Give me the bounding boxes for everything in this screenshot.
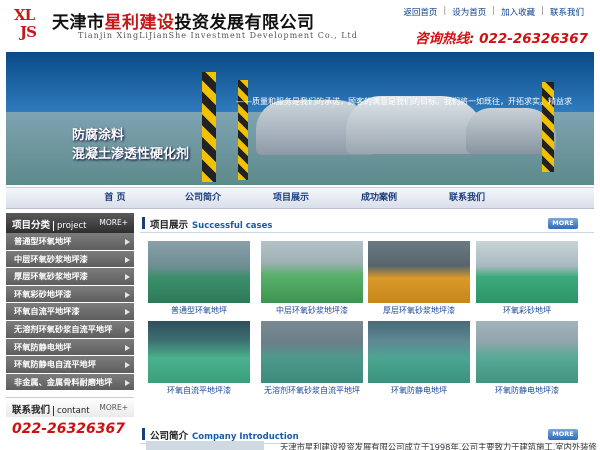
case-item[interactable]: 环氧自流平地坪漆 xyxy=(148,321,250,396)
top-links: 返回首页 | 设为首页 | 加入收藏 | 联系我们 xyxy=(397,6,590,18)
case-image[interactable] xyxy=(261,321,363,383)
case-caption[interactable]: 环氧自流平地坪漆 xyxy=(148,385,250,396)
nav-projects[interactable]: 项目展示 xyxy=(247,188,335,208)
link-set-homepage[interactable]: 设为首页 xyxy=(446,6,492,18)
logo-letters-bottom: JS xyxy=(20,23,37,41)
section-marker xyxy=(142,428,145,440)
case-caption[interactable]: 中层环氧砂浆地坪漆 xyxy=(261,305,363,316)
link-contact-us[interactable]: 联系我们 xyxy=(544,6,590,18)
case-image[interactable] xyxy=(476,321,578,383)
arrow-right-icon xyxy=(125,291,130,298)
contact-header: 联系我们 contant MORE+ xyxy=(6,397,134,418)
main-content: 项目展示 Successful cases MORE 普通型环氧地坪 中层环氧砂浆… xyxy=(140,213,597,450)
company-name-part1: 天津市 xyxy=(52,13,105,33)
case-image[interactable] xyxy=(261,241,363,303)
case-caption[interactable]: 厚层环氧砂浆地坪漆 xyxy=(368,305,470,316)
link-back-home[interactable]: 返回首页 xyxy=(397,6,443,18)
section-marker xyxy=(142,217,145,229)
link-add-favorite[interactable]: 加入收藏 xyxy=(495,6,541,18)
arrow-right-icon xyxy=(125,274,130,281)
case-item[interactable]: 环氧防静电地坪 xyxy=(368,321,470,396)
logo-letters-top: XL xyxy=(14,6,35,24)
case-item[interactable]: 普通型环氧地坪 xyxy=(148,241,250,316)
cases-grid: 普通型环氧地坪 中层环氧砂浆地坪漆 厚层环氧砂浆地坪漆 环氧彩砂地坪 环氧自流平… xyxy=(140,233,594,413)
case-item[interactable]: 环氧彩砂地坪 xyxy=(476,241,578,316)
hotline-number: 022-26326367 xyxy=(479,31,588,47)
arrow-right-icon xyxy=(125,309,130,316)
case-caption[interactable]: 普通型环氧地坪 xyxy=(148,305,250,316)
case-image[interactable] xyxy=(148,321,250,383)
company-english-name: Tianjin XingLiJianShe Investment Develop… xyxy=(78,31,358,40)
arrow-right-icon xyxy=(125,362,130,369)
arrow-right-icon xyxy=(125,256,130,263)
category-item[interactable]: 环氧自流平地坪漆 xyxy=(6,303,134,321)
category-item[interactable]: 环氧防静电自流平地坪 xyxy=(6,356,134,374)
intro-more-button[interactable]: MORE xyxy=(548,429,578,440)
nav-home[interactable]: 首 页 xyxy=(71,188,159,208)
arrow-right-icon xyxy=(125,239,130,245)
case-image[interactable] xyxy=(368,321,470,383)
category-item[interactable]: 环氧防静电地坪 xyxy=(6,338,134,357)
cases-more-button[interactable]: MORE xyxy=(548,218,578,229)
nav-company-intro[interactable]: 公司简介 xyxy=(159,188,247,208)
case-item[interactable]: 厚层环氧砂浆地坪漆 xyxy=(368,241,470,316)
category-item[interactable]: 中层环氧砂浆地坪漆 xyxy=(6,250,134,269)
category-english: project xyxy=(53,221,87,231)
case-caption[interactable]: 环氧彩砂地坪 xyxy=(476,305,578,316)
case-item[interactable]: 环氧防静电地坪漆 xyxy=(476,321,578,396)
category-item[interactable]: 无溶剂环氧砂浆自流平地坪 xyxy=(6,320,134,339)
banner: ——质量和服务是我们的承诺，顾客的满意是我们的目标。我们将一如既往，开拓求实。精… xyxy=(6,52,594,185)
case-caption[interactable]: 环氧防静电地坪漆 xyxy=(476,385,578,396)
intro-text: 天津市星利建设投资发展有限公司成立于1998年,公司主要致力于建筑施工,室内外装… xyxy=(280,442,597,450)
contact-more-link[interactable]: MORE+ xyxy=(99,403,128,412)
hotline-label: 咨询热线: xyxy=(414,31,475,47)
company-logo[interactable]: XL JS xyxy=(14,6,44,44)
case-image[interactable] xyxy=(476,241,578,303)
contact-phone: 022-26326367 xyxy=(12,421,125,438)
contact-english: contant xyxy=(53,406,90,417)
category-item[interactable]: 厚层环氧砂浆地坪漆 xyxy=(6,268,134,286)
category-list: 普通型环氧地坪 中层环氧砂浆地坪漆 厚层环氧砂浆地坪漆 环氧彩砂地坪漆 环氧自流… xyxy=(6,233,134,392)
case-caption[interactable]: 环氧防静电地坪 xyxy=(368,385,470,396)
category-item[interactable]: 环氧彩砂地坪漆 xyxy=(6,285,134,304)
case-item[interactable]: 中层环氧砂浆地坪漆 xyxy=(261,241,363,316)
arrow-right-icon xyxy=(125,344,130,351)
hotline: 咨询热线: 022-26326367 xyxy=(415,27,588,47)
nav-success-cases[interactable]: 成功案例 xyxy=(335,188,423,208)
intro-image xyxy=(146,441,264,450)
cases-english: Successful cases xyxy=(192,221,273,231)
case-image[interactable] xyxy=(148,241,250,303)
company-name-highlight: 星利建设 xyxy=(104,13,175,33)
category-item[interactable]: 非金属、金属骨料耐磨地坪 xyxy=(6,373,134,392)
case-item[interactable]: 无溶剂环氧砂浆自流平地坪 xyxy=(261,321,363,396)
banner-title-hardener: 混凝土渗透性硬化剂 xyxy=(72,147,190,162)
category-header: 项目分类 project MORE+ xyxy=(6,213,134,233)
nav-contact[interactable]: 联系我们 xyxy=(423,188,511,208)
contact-title: 联系我们 contant xyxy=(12,405,90,417)
category-item[interactable]: 普通型环氧地坪 xyxy=(6,233,134,251)
company-name: 天津市星利建设投资发展有限公司 xyxy=(52,8,315,33)
cases-title: 项目展示 Successful cases xyxy=(150,220,273,231)
banner-pillar xyxy=(202,72,216,182)
main-nav: 首 页 公司简介 项目展示 成功案例 联系我们 xyxy=(6,187,594,209)
banner-pillar xyxy=(238,80,248,180)
company-name-part3: 投资发展有限公司 xyxy=(174,13,315,33)
banner-title-coating: 防腐涂料 xyxy=(72,128,125,143)
case-image[interactable] xyxy=(368,241,470,303)
case-caption[interactable]: 无溶剂环氧砂浆自流平地坪 xyxy=(261,385,363,396)
arrow-right-icon xyxy=(125,326,130,333)
header: XL JS 天津市星利建设投资发展有限公司 Tianjin XingLiJian… xyxy=(0,0,600,52)
sidebar: 项目分类 project MORE+ 普通型环氧地坪 中层环氧砂浆地坪漆 厚层环氧… xyxy=(6,213,134,450)
category-more-link[interactable]: MORE+ xyxy=(99,218,128,227)
banner-slogan: ——质量和服务是我们的承诺，顾客的满意是我们的目标。我们将一如既往，开拓求实。精… xyxy=(236,97,572,106)
arrow-right-icon xyxy=(125,379,130,386)
intro-title: 公司简介 Company Introduction xyxy=(150,431,299,442)
category-title: 项目分类 project xyxy=(12,220,87,231)
cases-section-header: 项目展示 Successful cases MORE xyxy=(140,213,594,233)
